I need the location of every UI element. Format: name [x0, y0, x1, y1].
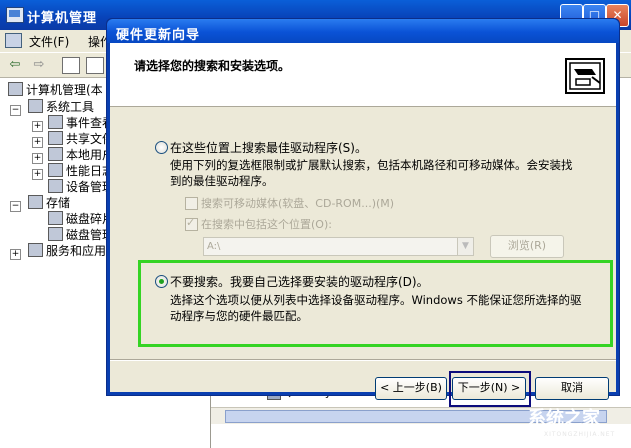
wizard-heading: 请选择您的搜索和安装选项。: [134, 59, 291, 73]
browse-button[interactable]: 浏览(R): [490, 235, 564, 258]
disk-management-icon: [48, 227, 63, 241]
tree-item[interactable]: 计算机管理(本: [8, 82, 103, 98]
tree-item-label: 存储: [46, 196, 71, 210]
checkbox-include-location[interactable]: [185, 216, 198, 231]
radio-search-locations[interactable]: [155, 141, 168, 154]
option-manual-desc-2: 动程序与您的硬件最匹配。: [170, 309, 308, 323]
wizard-title-bar: 硬件更新向导: [107, 19, 619, 43]
wizard-header: 请选择您的搜索和安装选项。: [110, 43, 616, 107]
tree-item[interactable]: 事件查看: [48, 115, 114, 131]
expand-toggle-icon[interactable]: +: [32, 121, 43, 132]
tree-item[interactable]: 设备管理: [48, 179, 114, 195]
event-viewer-icon: [48, 115, 63, 129]
hardware-update-wizard: 硬件更新向导 请选择您的搜索和安装选项。 在这些位置上搜索最佳驱动程序(S)。 …: [106, 18, 620, 407]
shared-folder-icon: [48, 131, 63, 145]
collapse-toggle-icon[interactable]: −: [10, 105, 21, 116]
system-tools-icon: [28, 99, 43, 113]
disk-defrag-icon: [48, 211, 63, 225]
button-separator: [110, 359, 616, 361]
option-manual-desc-1: 选择这个选项以便从列表中选择设备驱动程序。Windows 不能保证您所选择的驱: [170, 293, 582, 307]
option-search-desc-2: 到的最佳驱动程序。: [170, 174, 274, 188]
wizard-body: 请选择您的搜索和安装选项。 在这些位置上搜索最佳驱动程序(S)。 使用下列的复选…: [110, 43, 616, 407]
expand-toggle-icon[interactable]: +: [10, 249, 21, 260]
option-manual-label[interactable]: 不要搜索。我要自己选择要安装的驱动程序(D)。: [170, 273, 429, 290]
option-search-desc-1: 使用下列的复选框限制或扩展默认搜索，包括本机路径和可移动媒体。会安装找: [170, 158, 573, 172]
collapse-toggle-icon[interactable]: −: [10, 201, 21, 212]
location-combo-input[interactable]: A:\: [203, 237, 459, 256]
removable-media-label: 搜索可移动媒体(软盘、CD-ROM...)(M): [201, 197, 395, 210]
checkbox-removable-media[interactable]: [185, 197, 198, 210]
tree-item[interactable]: 共享文件: [48, 131, 114, 147]
users-icon: [48, 147, 63, 161]
tree-item-label: 系统工具: [46, 100, 95, 114]
expand-toggle-icon[interactable]: +: [32, 169, 43, 180]
show-tree-icon[interactable]: [86, 57, 104, 74]
expand-toggle-icon[interactable]: +: [32, 137, 43, 148]
wizard-title: 硬件更新向导: [116, 28, 201, 43]
include-location-label: 在搜索中包括这个位置(O):: [201, 218, 332, 231]
back-button[interactable]: < 上一步(B): [375, 377, 447, 400]
up-folder-icon[interactable]: [62, 57, 80, 74]
computer-management-icon: [6, 7, 24, 23]
tree-item[interactable]: 性能日志: [48, 163, 114, 179]
tree-item-label: 计算机管理(本: [26, 83, 103, 97]
tree-item[interactable]: 系统工具: [28, 99, 94, 115]
tree-item[interactable]: 磁盘碎片: [48, 211, 114, 227]
services-icon: [28, 243, 43, 257]
radio-manual-select[interactable]: [155, 275, 168, 288]
site-watermark: 系统之家 XITONGZHIJIA.NET: [528, 404, 628, 444]
next-button[interactable]: 下一步(N) >: [452, 377, 526, 400]
back-arrow-icon[interactable]: ⇦: [6, 56, 24, 73]
tree-item-label: 服务和应用: [46, 244, 107, 258]
chevron-down-icon[interactable]: ▼: [457, 237, 474, 256]
tree-item[interactable]: 存储: [28, 195, 70, 211]
tree-item[interactable]: 服务和应用: [28, 243, 106, 259]
performance-icon: [48, 163, 63, 177]
tree-item[interactable]: 磁盘管理: [48, 227, 114, 243]
cancel-button[interactable]: 取消: [535, 377, 609, 400]
storage-icon: [28, 195, 43, 209]
system-menu-icon[interactable]: [5, 33, 22, 48]
option-search-label[interactable]: 在这些位置上搜索最佳驱动程序(S)。: [170, 139, 367, 156]
forward-arrow-icon[interactable]: ⇨: [30, 56, 48, 73]
computer-icon: [8, 82, 23, 96]
hardware-wizard-icon: [562, 53, 608, 99]
expand-toggle-icon[interactable]: +: [32, 153, 43, 164]
watermark-sub: XITONGZHIJIA.NET: [544, 431, 616, 438]
device-manager-icon: [48, 179, 63, 193]
cm-window-title: 计算机管理: [27, 11, 98, 26]
watermark-main: 系统之家: [528, 408, 600, 429]
menu-file[interactable]: 文件(F): [29, 33, 69, 50]
tree-item[interactable]: 本地用户: [48, 147, 114, 163]
